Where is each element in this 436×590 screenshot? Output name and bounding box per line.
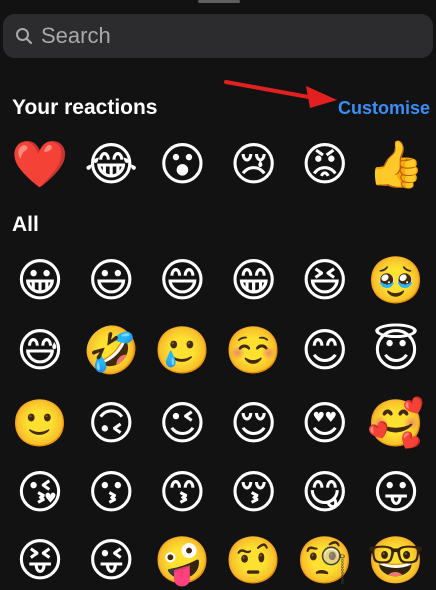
emoji-cell[interactable]: 😛 bbox=[366, 462, 426, 522]
annotation-arrow-icon bbox=[224, 80, 337, 108]
holding-back-tears-icon: 🥹 bbox=[367, 253, 425, 307]
nerd-face-icon: 🤓 bbox=[367, 533, 425, 587]
reaction-thumbs-up[interactable]: 👍 bbox=[366, 134, 426, 194]
emoji-cell[interactable]: 🤣 bbox=[81, 320, 141, 380]
emoji-cell[interactable]: 😚 bbox=[224, 462, 284, 522]
emoji-cell[interactable]: 😃 bbox=[81, 250, 141, 310]
search-input[interactable]: Search bbox=[41, 23, 111, 49]
emoji-cell[interactable]: 🧐 bbox=[295, 530, 355, 590]
grinning-sweat-icon: 😅 bbox=[16, 323, 64, 377]
smiling-face-icon: ☺️ bbox=[224, 323, 283, 377]
smiling-tear-icon: 🥲 bbox=[153, 323, 212, 377]
heart-eyes-icon: 😍 bbox=[300, 396, 349, 450]
grinning-face-icon: 😀 bbox=[16, 253, 64, 307]
emoji-cell[interactable]: 🥰 bbox=[366, 393, 426, 453]
emoji-cell[interactable]: 🤓 bbox=[366, 530, 426, 590]
emoji-grid-row: 😝 😜 🤪 🤨 🧐 🤓 bbox=[10, 530, 426, 590]
relieved-face-icon: 😌 bbox=[229, 396, 278, 450]
thumbs-up-icon: 👍 bbox=[367, 137, 425, 191]
emoji-cell[interactable]: 🥹 bbox=[366, 250, 426, 310]
squinting-face-icon: 😆 bbox=[300, 253, 349, 307]
tongue-out-icon: 😛 bbox=[371, 465, 420, 519]
rolling-laughing-icon: 🤣 bbox=[82, 323, 140, 377]
winking-tongue-icon: 😜 bbox=[87, 533, 136, 587]
blushing-face-icon: 😊 bbox=[300, 323, 349, 377]
grinning-smiling-eyes-icon: 😄 bbox=[158, 253, 207, 307]
emoji-grid-row: 😅 🤣 🥲 ☺️ 😊 😇 bbox=[10, 320, 426, 380]
search-icon bbox=[15, 27, 33, 45]
emoji-cell[interactable]: 😘 bbox=[10, 462, 70, 522]
kissing-smiling-eyes-icon: 😙 bbox=[158, 465, 207, 519]
emoji-cell[interactable]: 😌 bbox=[224, 393, 284, 453]
zany-face-icon: 🤪 bbox=[153, 533, 212, 587]
emoji-cell[interactable]: 🙂 bbox=[10, 393, 70, 453]
emoji-cell[interactable]: 😋 bbox=[295, 462, 355, 522]
crying-face-icon: 😢 bbox=[229, 137, 278, 191]
heart-icon: ❤️ bbox=[11, 137, 69, 191]
beaming-face-icon: 😁 bbox=[229, 253, 278, 307]
customise-button[interactable]: Customise bbox=[338, 98, 430, 119]
savoring-food-icon: 😋 bbox=[300, 465, 349, 519]
grinning-big-eyes-icon: 😃 bbox=[87, 253, 136, 307]
emoji-cell[interactable]: 😝 bbox=[10, 530, 70, 590]
emoji-cell[interactable]: 😁 bbox=[224, 250, 284, 310]
winking-face-icon: 😉 bbox=[158, 396, 207, 450]
smiling-hearts-icon: 🥰 bbox=[367, 396, 425, 450]
reaction-angry[interactable]: 😡 bbox=[295, 134, 355, 194]
emoji-cell[interactable]: 😍 bbox=[295, 393, 355, 453]
emoji-cell[interactable]: 😙 bbox=[152, 462, 212, 522]
emoji-cell[interactable]: 😅 bbox=[10, 320, 70, 380]
blowing-kiss-icon: 😘 bbox=[16, 465, 64, 519]
sheet-grabber[interactable] bbox=[198, 0, 240, 3]
all-emoji-heading: All bbox=[12, 213, 39, 236]
search-bar[interactable]: Search bbox=[3, 14, 433, 58]
emoji-cell[interactable]: 😊 bbox=[295, 320, 355, 380]
reactions-row: ❤️ 😂 😮 😢 😡 👍 bbox=[10, 134, 426, 194]
squinting-tongue-icon: 😝 bbox=[16, 533, 64, 587]
emoji-cell[interactable]: 😗 bbox=[81, 462, 141, 522]
slightly-smiling-icon: 🙂 bbox=[11, 396, 69, 450]
emoji-cell[interactable]: 🤪 bbox=[152, 530, 212, 590]
your-reactions-heading: Your reactions bbox=[12, 96, 158, 119]
emoji-cell[interactable]: 🙃 bbox=[81, 393, 141, 453]
reaction-heart[interactable]: ❤️ bbox=[10, 134, 70, 194]
emoji-cell[interactable]: 😄 bbox=[152, 250, 212, 310]
raised-eyebrow-icon: 🤨 bbox=[224, 533, 283, 587]
kissing-closed-eyes-icon: 😚 bbox=[229, 465, 278, 519]
reaction-laughing[interactable]: 😂 bbox=[81, 134, 141, 194]
tears-of-joy-icon: 😂 bbox=[84, 137, 139, 191]
angry-face-icon: 😡 bbox=[300, 137, 349, 191]
emoji-cell[interactable]: 😀 bbox=[10, 250, 70, 310]
halo-face-icon: 😇 bbox=[371, 323, 420, 377]
reaction-surprised[interactable]: 😮 bbox=[152, 134, 212, 194]
kissing-face-icon: 😗 bbox=[87, 465, 136, 519]
surprised-face-icon: 😮 bbox=[158, 137, 207, 191]
emoji-cell[interactable]: 😇 bbox=[366, 320, 426, 380]
upside-down-face-icon: 🙃 bbox=[87, 396, 136, 450]
emoji-cell[interactable]: 🥲 bbox=[152, 320, 212, 380]
emoji-cell[interactable]: 😜 bbox=[81, 530, 141, 590]
emoji-grid-row: 🙂 🙃 😉 😌 😍 🥰 bbox=[10, 393, 426, 453]
emoji-cell[interactable]: 😉 bbox=[152, 393, 212, 453]
emoji-grid-row: 😘 😗 😙 😚 😋 😛 bbox=[10, 462, 426, 522]
emoji-cell[interactable]: 🤨 bbox=[224, 530, 284, 590]
reaction-crying[interactable]: 😢 bbox=[224, 134, 284, 194]
emoji-cell[interactable]: ☺️ bbox=[224, 320, 284, 380]
emoji-grid-row: 😀 😃 😄 😁 😆 🥹 bbox=[10, 250, 426, 310]
monocle-face-icon: 🧐 bbox=[296, 533, 354, 587]
emoji-cell[interactable]: 😆 bbox=[295, 250, 355, 310]
